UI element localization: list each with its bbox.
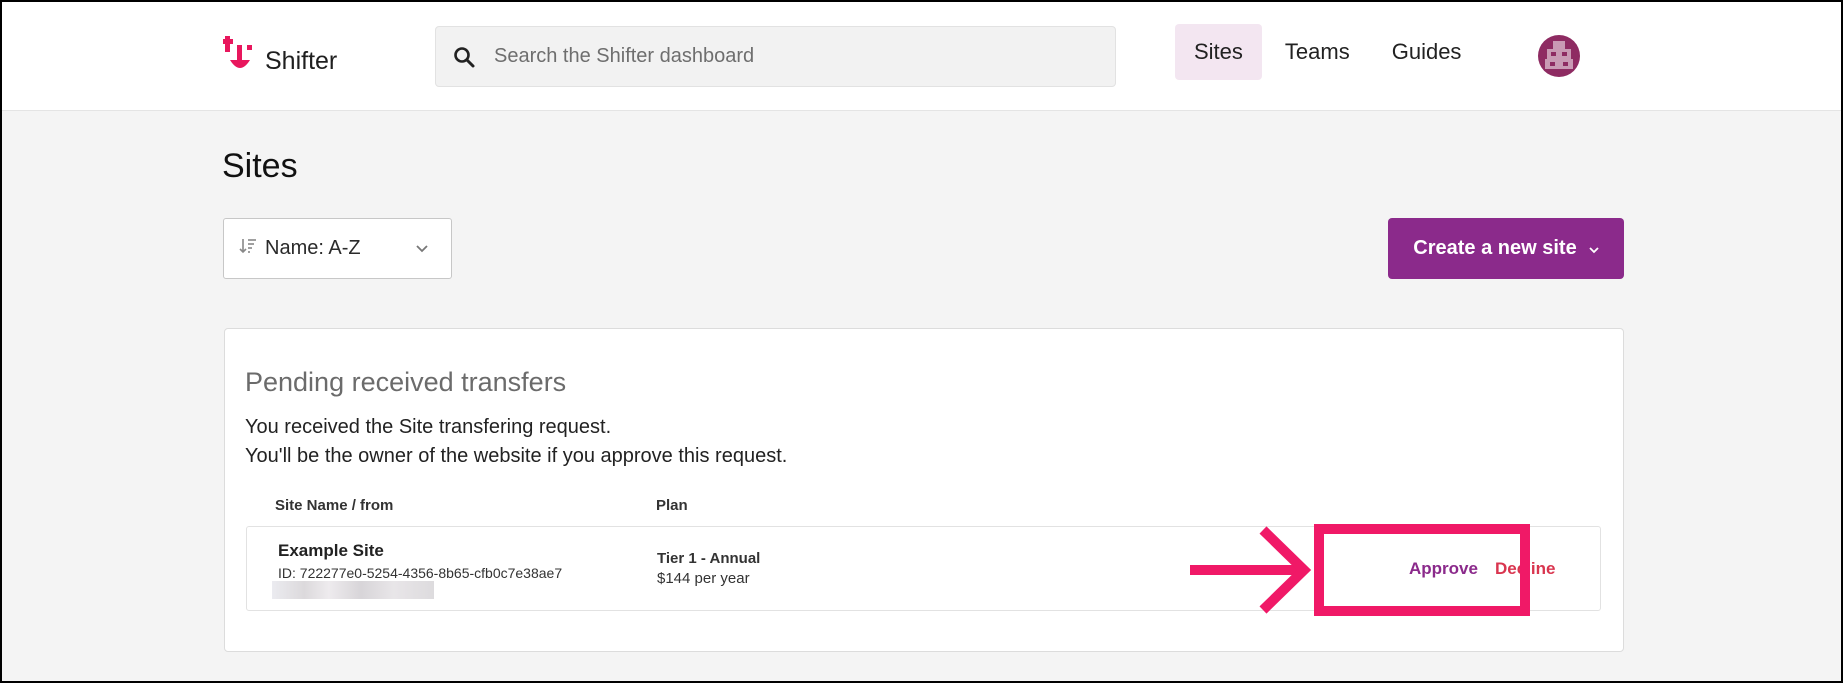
main-nav: Sites Teams Guides (1175, 24, 1484, 80)
sort-dropdown[interactable]: Name: A-Z (223, 218, 452, 279)
logo-text: Shifter (265, 47, 338, 75)
pending-transfers-card: Pending received transfers You received … (224, 328, 1624, 652)
description-line-2: You'll be the owner of the website if yo… (245, 445, 788, 467)
transfers-description: You received the Site transfering reques… (245, 413, 787, 471)
description-line-1: You received the Site transfering reques… (245, 416, 612, 438)
sort-icon (239, 237, 257, 260)
redacted-sender (272, 581, 434, 599)
column-header-site: Site Name / from (275, 497, 394, 514)
transfer-row: Example Site ID: 722277e0-5254-4356-8b65… (246, 526, 1601, 611)
shifter-logo-icon (223, 36, 257, 78)
plan-price: $144 per year (657, 570, 750, 587)
chevron-down-icon (415, 241, 429, 259)
decline-button[interactable]: Decline (1495, 559, 1555, 579)
search-input[interactable] (494, 45, 1074, 68)
page-title: Sites (222, 147, 298, 185)
shifter-logo[interactable]: Shifter (223, 36, 337, 78)
plan-name: Tier 1 - Annual (657, 550, 761, 567)
approve-button[interactable]: Approve (1409, 559, 1478, 579)
user-avatar[interactable] (1538, 35, 1580, 77)
column-header-plan: Plan (656, 497, 688, 514)
search-icon (452, 45, 476, 69)
nav-guides[interactable]: Guides (1373, 24, 1481, 80)
create-new-site-button[interactable]: Create a new site (1388, 218, 1624, 279)
chevron-down-icon (1589, 237, 1599, 260)
site-id: ID: 722277e0-5254-4356-8b65-cfb0c7e38ae7 (278, 565, 563, 581)
app-window: Shifter Sites Teams Guides (2, 2, 1841, 681)
transfers-title: Pending received transfers (245, 367, 567, 397)
sort-value: Name: A-Z (265, 237, 361, 259)
top-header: Shifter Sites Teams Guides (2, 2, 1841, 111)
search-bar[interactable] (435, 26, 1116, 87)
create-button-label: Create a new site (1413, 237, 1577, 259)
site-name: Example Site (278, 541, 384, 560)
nav-sites[interactable]: Sites (1175, 24, 1262, 80)
nav-teams[interactable]: Teams (1266, 24, 1369, 80)
